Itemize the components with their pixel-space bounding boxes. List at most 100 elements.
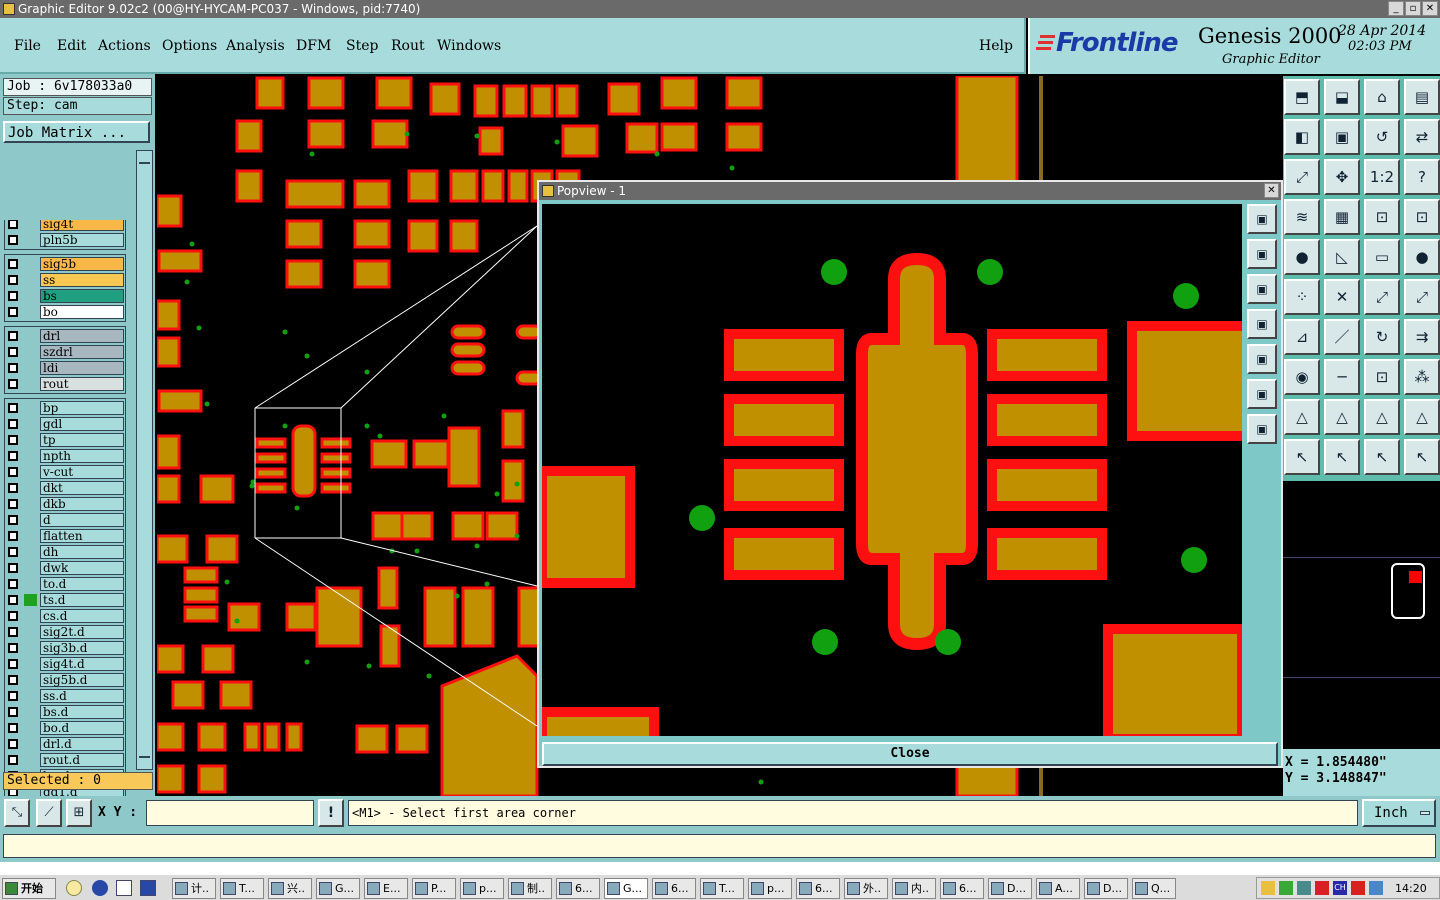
task-button[interactable]: 兴..: [268, 878, 312, 899]
layer-row[interactable]: dkb: [5, 496, 125, 512]
menu-windows[interactable]: Windows: [437, 38, 501, 54]
popview-canvas[interactable]: [542, 204, 1242, 736]
menu-step[interactable]: Step: [346, 38, 378, 54]
notepad-quicklaunch-icon[interactable]: [116, 880, 132, 896]
layer-label[interactable]: cs.d: [40, 609, 124, 623]
layer-checkbox[interactable]: [8, 235, 18, 245]
task-button[interactable]: 内..: [892, 878, 936, 899]
layer-row[interactable]: pln5b: [5, 232, 125, 248]
select-icon[interactable]: ↖: [1284, 439, 1320, 475]
layer-row[interactable]: dh: [5, 544, 125, 560]
zoom-center-icon[interactable]: ▣: [1247, 414, 1277, 444]
layer-row[interactable]: bo: [5, 304, 125, 320]
tray-icon-2[interactable]: [1279, 881, 1293, 895]
menu-actions[interactable]: Actions: [98, 38, 151, 54]
layer-status[interactable]: [24, 482, 37, 494]
layer-label[interactable]: to.d: [40, 577, 124, 591]
task-button[interactable]: G...: [604, 878, 648, 899]
layer-row[interactable]: bo.d: [5, 720, 125, 736]
task-button[interactable]: A...: [1036, 878, 1080, 899]
layer-row[interactable]: ldi: [5, 360, 125, 376]
layer-status[interactable]: [24, 658, 37, 670]
grid-icon[interactable]: ⊞: [66, 799, 92, 827]
layer-row[interactable]: gdl: [5, 416, 125, 432]
scale-icon[interactable]: 1:2: [1364, 159, 1400, 195]
arc-icon[interactable]: ↻: [1364, 319, 1400, 355]
layer-status[interactable]: [24, 754, 37, 766]
layer-row[interactable]: dkt: [5, 480, 125, 496]
cluster-icon[interactable]: ⁂: [1404, 359, 1440, 395]
layer-status[interactable]: [24, 706, 37, 718]
layer-checkbox[interactable]: [8, 739, 18, 749]
task-button[interactable]: 6...: [940, 878, 984, 899]
cross-icon[interactable]: ✕: [1324, 279, 1360, 315]
layer-checkbox[interactable]: [8, 347, 18, 357]
layer-checkbox[interactable]: [8, 643, 18, 653]
overview-map[interactable]: [1283, 481, 1440, 749]
popview-close-button[interactable]: Close: [542, 742, 1278, 766]
layer-label[interactable]: sig5b.d: [40, 673, 124, 687]
layer-label[interactable]: sig4t.d: [40, 657, 124, 671]
measure-icon[interactable]: ≋: [1284, 199, 1320, 235]
task-button[interactable]: T...: [700, 878, 744, 899]
layer-checkbox[interactable]: [8, 291, 18, 301]
layer-row[interactable]: npth: [5, 448, 125, 464]
layer-label[interactable]: pln5b: [40, 233, 124, 247]
swap-icon[interactable]: ⇄: [1404, 119, 1440, 155]
task-button[interactable]: D...: [988, 878, 1032, 899]
layer-checkbox[interactable]: [8, 675, 18, 685]
layer-row[interactable]: ts.d: [5, 592, 125, 608]
layer-status[interactable]: [24, 378, 37, 390]
layer-label[interactable]: dwk: [40, 561, 124, 575]
net-icon[interactable]: ⁘: [1284, 279, 1320, 315]
layer-label[interactable]: dkb: [40, 497, 124, 511]
help-icon[interactable]: ?: [1404, 159, 1440, 195]
layer-label[interactable]: dkt: [40, 481, 124, 495]
layer-checkbox[interactable]: [8, 531, 18, 541]
layer-row[interactable]: rout: [5, 376, 125, 392]
layer-status[interactable]: [24, 362, 37, 374]
layer-status[interactable]: [24, 450, 37, 462]
layer-status[interactable]: [24, 562, 37, 574]
layer-checkbox[interactable]: [8, 627, 18, 637]
layer-status[interactable]: [24, 642, 37, 654]
layer-row[interactable]: flatten: [5, 528, 125, 544]
layer-status[interactable]: [24, 578, 37, 590]
layer-label[interactable]: ss.d: [40, 689, 124, 703]
warning-button[interactable]: !: [318, 799, 344, 827]
layer-row[interactable]: bs: [5, 288, 125, 304]
layer-checkbox[interactable]: [8, 307, 18, 317]
layer-row[interactable]: sig4t: [5, 220, 125, 232]
layer-checkbox[interactable]: [8, 483, 18, 493]
triangle-4-icon[interactable]: △: [1404, 399, 1440, 435]
layer-status[interactable]: [24, 738, 37, 750]
layer-status[interactable]: [24, 306, 37, 318]
layer-row[interactable]: d: [5, 512, 125, 528]
layer-status[interactable]: [24, 274, 37, 286]
layer-label[interactable]: sig3b.d: [40, 641, 124, 655]
layer-checkbox[interactable]: [8, 547, 18, 557]
layer-compare-2-icon[interactable]: ⊡: [1404, 199, 1440, 235]
layer-label[interactable]: npth: [40, 449, 124, 463]
minus-icon[interactable]: ─: [1324, 359, 1360, 395]
layer-checkbox[interactable]: [8, 563, 18, 573]
layer-label[interactable]: bs.d: [40, 705, 124, 719]
layer-checkbox[interactable]: [8, 435, 18, 445]
layer-label[interactable]: ldi: [40, 361, 124, 375]
layer-row[interactable]: sig3b.d: [5, 640, 125, 656]
right-icon[interactable]: ▣: [1324, 119, 1360, 155]
layer-row[interactable]: bs.d: [5, 704, 125, 720]
task-button[interactable]: 制..: [508, 878, 552, 899]
layer-row[interactable]: ss: [5, 272, 125, 288]
layer-status[interactable]: [24, 546, 37, 558]
move-down-icon[interactable]: ▣: [1247, 274, 1277, 304]
pad-icon[interactable]: ●: [1284, 239, 1320, 275]
panel-icon[interactable]: ▤: [1404, 79, 1440, 115]
move-up-icon[interactable]: ▣: [1247, 239, 1277, 269]
layer-checkbox[interactable]: [8, 723, 18, 733]
layer-checkbox[interactable]: [8, 403, 18, 413]
connect-2-icon[interactable]: ⤢: [1404, 279, 1440, 315]
layer-checkbox[interactable]: [8, 659, 18, 669]
task-button[interactable]: Q...: [1132, 878, 1176, 899]
circle-icon[interactable]: ●: [1404, 239, 1440, 275]
